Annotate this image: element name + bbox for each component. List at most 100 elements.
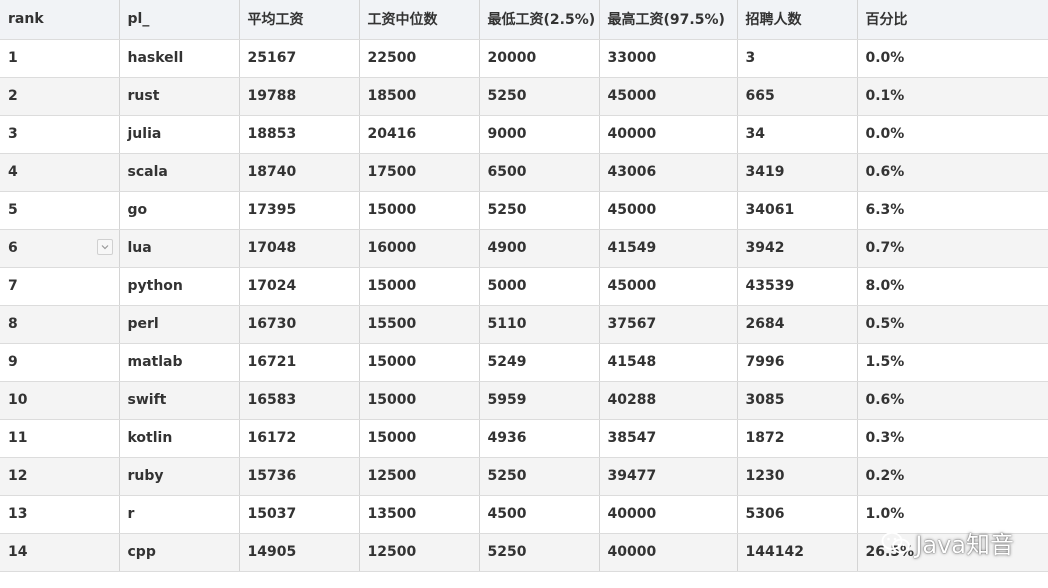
table-cell: 0.0% <box>857 39 1048 78</box>
table-cell: go <box>119 191 240 230</box>
table-cell: 34061 <box>737 191 858 230</box>
table-cell: 0.3% <box>857 419 1048 458</box>
column-header[interactable]: 最高工资(97.5%) <box>599 0 738 40</box>
column-header[interactable]: 百分比 <box>857 0 1048 40</box>
table-row[interactable]: 9 matlab 16721 15000 5249 41548 7996 1.5% <box>0 343 1048 382</box>
table-cell: 26.5% <box>857 533 1048 572</box>
table-cell: 15736 <box>239 457 360 496</box>
table-row[interactable]: 4 scala 18740 17500 6500 43006 3419 0.6% <box>0 153 1048 192</box>
column-header[interactable]: rank <box>0 0 120 40</box>
table-row[interactable]: 7 python 17024 15000 5000 45000 43539 8.0% <box>0 267 1048 306</box>
column-header[interactable]: 最低工资(2.5%) <box>479 0 600 40</box>
table-cell: 4936 <box>479 419 600 458</box>
table-cell: swift <box>119 381 240 420</box>
table-cell: 12500 <box>359 533 480 572</box>
table-cell: 3 <box>0 115 120 154</box>
table-cell: 43539 <box>737 267 858 306</box>
table-row[interactable]: 13 r 15037 13500 4500 40000 5306 1.0% <box>0 495 1048 534</box>
table-cell: 13500 <box>359 495 480 534</box>
table-row[interactable]: 8 perl 16730 15500 5110 37567 2684 0.5% <box>0 305 1048 344</box>
table-cell: 1 <box>0 39 120 78</box>
table-cell: 4900 <box>479 229 600 268</box>
column-header[interactable]: 招聘人数 <box>737 0 858 40</box>
table-cell: 3942 <box>737 229 858 268</box>
table-cell: 7 <box>0 267 120 306</box>
table-row[interactable]: 12 ruby 15736 12500 5250 39477 1230 0.2% <box>0 457 1048 496</box>
table-cell: 16583 <box>239 381 360 420</box>
table-cell: lua <box>119 229 240 268</box>
row-menu-dropdown[interactable] <box>96 239 113 255</box>
table-cell: 18740 <box>239 153 360 192</box>
table-cell: 2 <box>0 77 120 116</box>
table-cell: 1.5% <box>857 343 1048 382</box>
table-cell: 3085 <box>737 381 858 420</box>
table-cell: matlab <box>119 343 240 382</box>
header-row: rank pl_ 平均工资 工资中位数 最低工资(2.5%) 最高工资(97.5%) 招聘人… <box>0 0 1048 40</box>
column-header[interactable]: pl_ <box>119 0 240 40</box>
table-cell: 1230 <box>737 457 858 496</box>
table-cell: 0.2% <box>857 457 1048 496</box>
table-cell: 1872 <box>737 419 858 458</box>
table-cell: 9 <box>0 343 120 382</box>
table-cell: 15037 <box>239 495 360 534</box>
table-row[interactable]: 6 lua 17048 16000 4900 41549 3942 0.7% <box>0 229 1048 268</box>
table-cell: 15000 <box>359 381 480 420</box>
table-cell: 15000 <box>359 267 480 306</box>
table-cell: 34 <box>737 115 858 154</box>
table-header: rank pl_ 平均工资 工资中位数 最低工资(2.5%) 最高工资(97.5%) 招聘人… <box>0 0 1048 40</box>
table-row[interactable]: 5 go 17395 15000 5250 45000 34061 6.3% <box>0 191 1048 230</box>
table-cell: 3419 <box>737 153 858 192</box>
table-cell: 4500 <box>479 495 600 534</box>
table-row[interactable]: 10 swift 16583 15000 5959 40288 3085 0.6% <box>0 381 1048 420</box>
table-cell: 41548 <box>599 343 738 382</box>
table-cell: 5110 <box>479 305 600 344</box>
table-cell: 45000 <box>599 191 738 230</box>
table-cell: 40288 <box>599 381 738 420</box>
chevron-down-icon <box>101 245 108 250</box>
table-cell: 5250 <box>479 457 600 496</box>
table-row[interactable]: 14 cpp 14905 12500 5250 40000 144142 26.5% <box>0 533 1048 572</box>
table-cell: 3 <box>737 39 858 78</box>
table-cell: ruby <box>119 457 240 496</box>
table-cell: 0.6% <box>857 153 1048 192</box>
table-cell: 5306 <box>737 495 858 534</box>
table-cell: 4 <box>0 153 120 192</box>
table-cell: 0.7% <box>857 229 1048 268</box>
table-cell: 8.0% <box>857 267 1048 306</box>
table-cell: 665 <box>737 77 858 116</box>
table-cell: 12500 <box>359 457 480 496</box>
table-cell: 16721 <box>239 343 360 382</box>
table-cell: 11 <box>0 419 120 458</box>
table-cell: 8 <box>0 305 120 344</box>
table-row[interactable]: 11 kotlin 16172 15000 4936 38547 1872 0.3% <box>0 419 1048 458</box>
table-cell: 12 <box>0 457 120 496</box>
table-cell: haskell <box>119 39 240 78</box>
table-cell: julia <box>119 115 240 154</box>
table-cell: 1.0% <box>857 495 1048 534</box>
table-cell: 20000 <box>479 39 600 78</box>
table-row[interactable]: 3 julia 18853 20416 9000 40000 34 0.0% <box>0 115 1048 154</box>
table-body: 1 haskell 25167 22500 20000 33000 3 0.0% 2 rust 19… <box>0 39 1048 572</box>
table-cell: 15000 <box>359 343 480 382</box>
table-row[interactable]: 1 haskell 25167 22500 20000 33000 3 0.0% <box>0 39 1048 78</box>
column-header[interactable]: 工资中位数 <box>359 0 480 40</box>
column-header[interactable]: 平均工资 <box>239 0 360 40</box>
table-cell: 5959 <box>479 381 600 420</box>
table-cell: 40000 <box>599 115 738 154</box>
table-cell: 17048 <box>239 229 360 268</box>
table-row[interactable]: 2 rust 19788 18500 5250 45000 665 0.1% <box>0 77 1048 116</box>
table-cell: 5000 <box>479 267 600 306</box>
table-cell: 14905 <box>239 533 360 572</box>
table-cell: 43006 <box>599 153 738 192</box>
table-cell: 5 <box>0 191 120 230</box>
table-cell: kotlin <box>119 419 240 458</box>
table-cell: 6500 <box>479 153 600 192</box>
table-cell: 14 <box>0 533 120 572</box>
table-cell: perl <box>119 305 240 344</box>
table-cell: 15500 <box>359 305 480 344</box>
table-cell: 25167 <box>239 39 360 78</box>
table-cell: 0.6% <box>857 381 1048 420</box>
table-cell: 16000 <box>359 229 480 268</box>
table-cell: 13 <box>0 495 120 534</box>
table-cell: 22500 <box>359 39 480 78</box>
